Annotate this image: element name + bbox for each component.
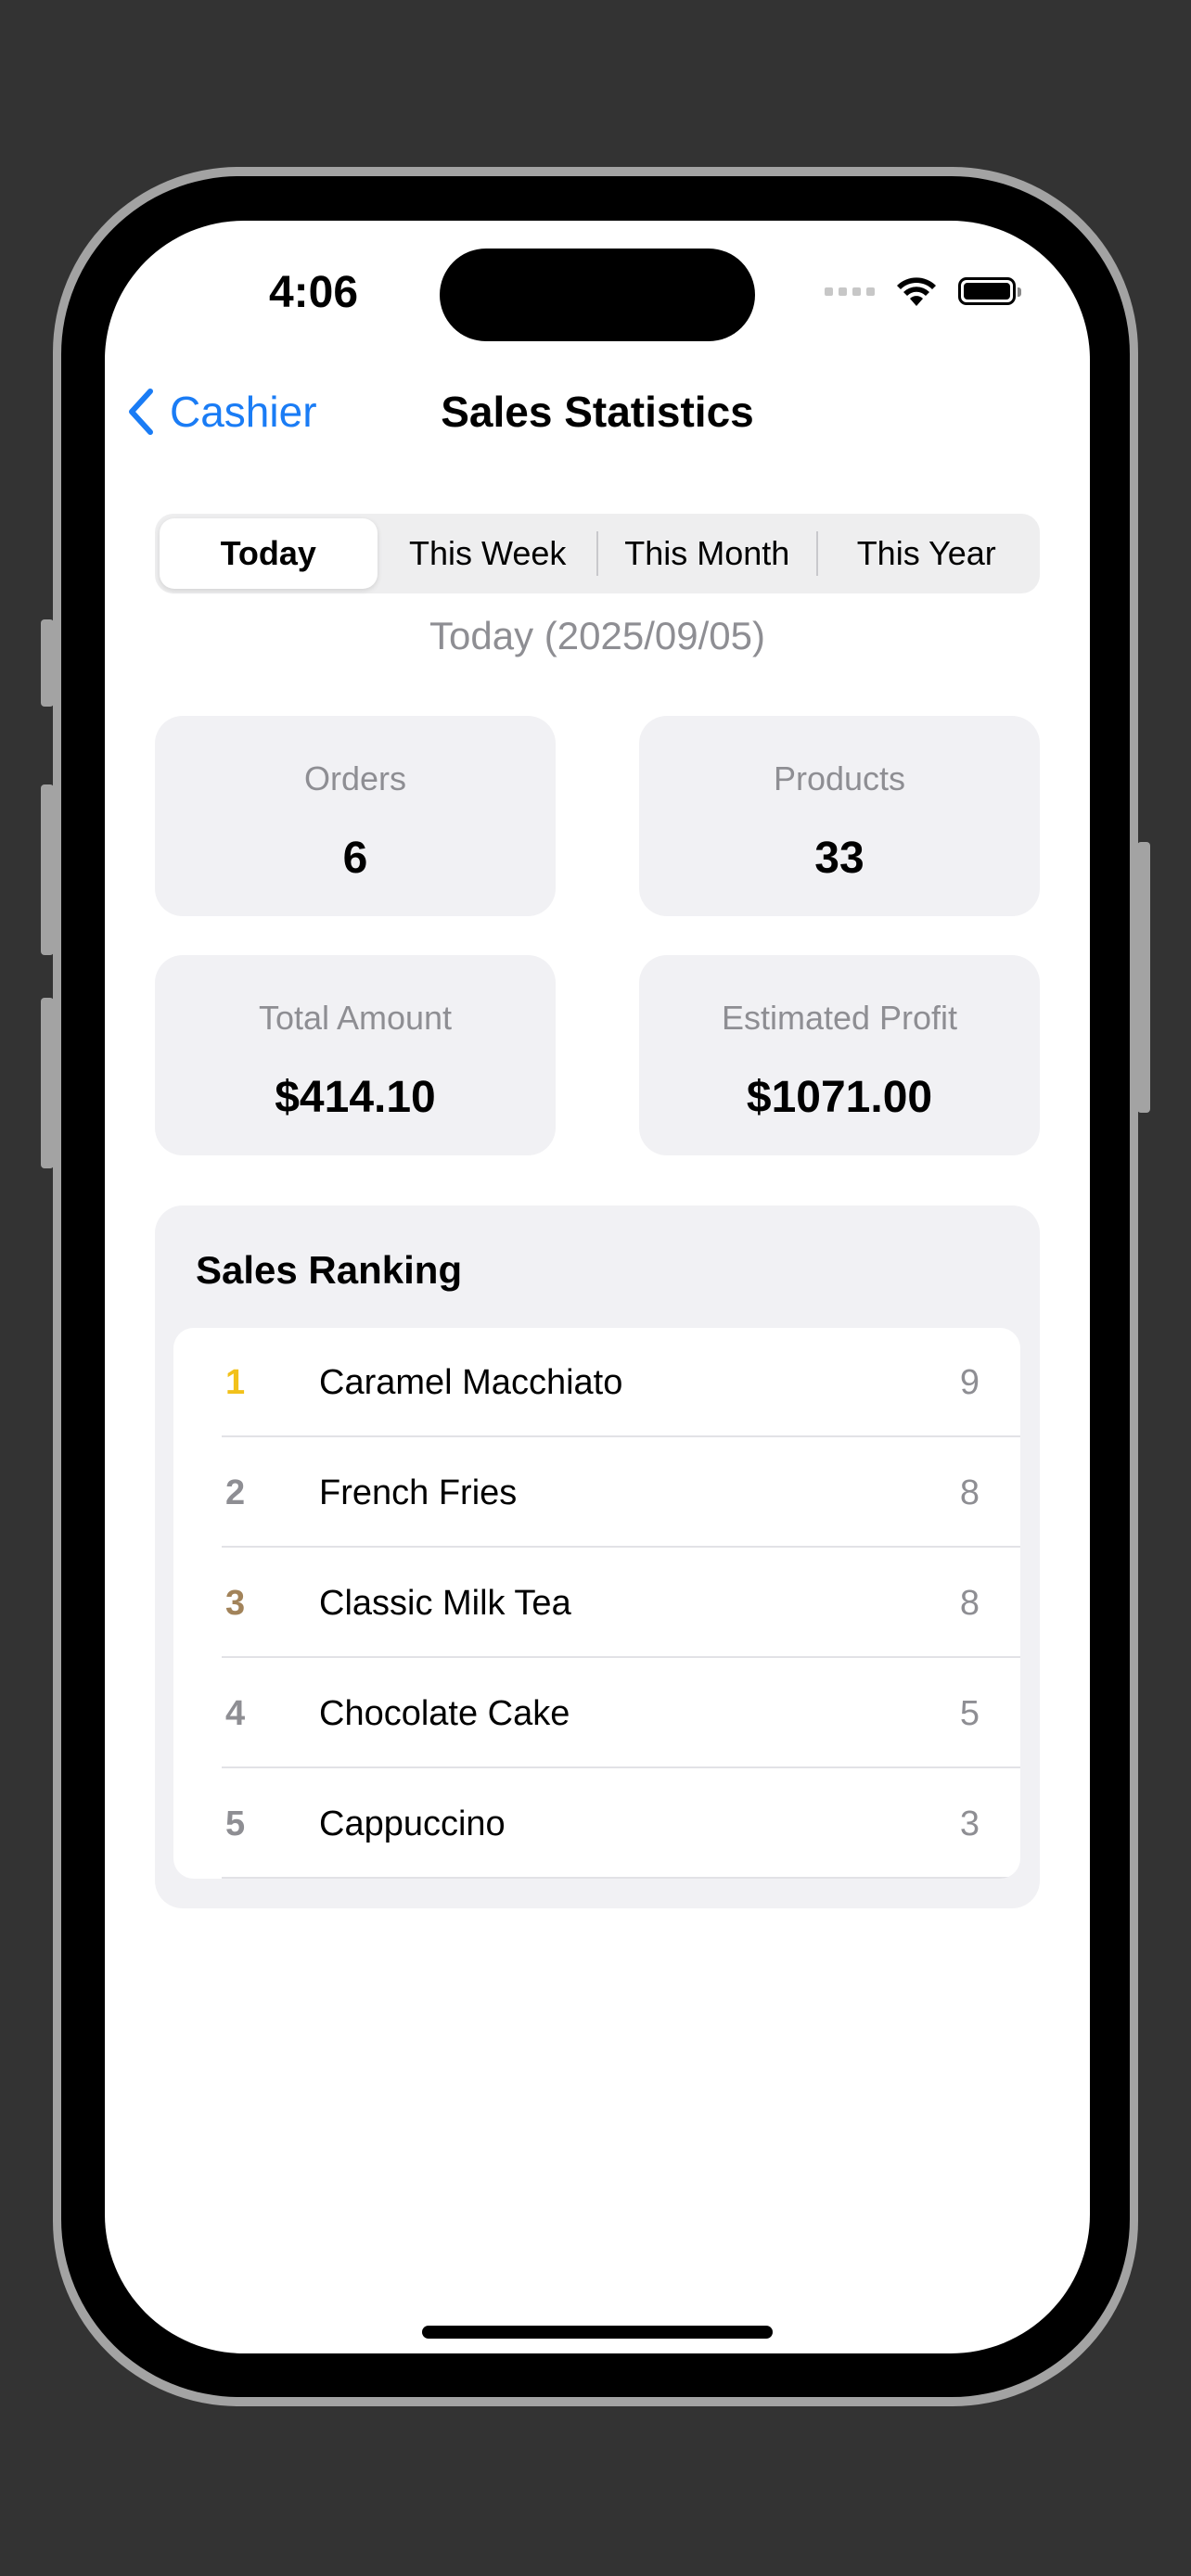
product-name: Cappuccino	[319, 1804, 506, 1843]
total-amount-label: Total Amount	[258, 999, 453, 1037]
sold-count: 8	[959, 1584, 980, 1623]
ranking-row[interactable]: 2 French Fries 8	[173, 1438, 1020, 1548]
estimated-profit-value: $1071.00	[746, 1073, 933, 1122]
row-divider	[222, 1435, 1020, 1437]
page-title: Sales Statistics	[441, 388, 754, 436]
products-value: 33	[814, 834, 864, 883]
cellular-signal-icon	[825, 287, 875, 296]
screen: 4:06 Cashier Sales Statistics Today This…	[105, 221, 1090, 2353]
product-name: French Fries	[319, 1473, 518, 1512]
dynamic-island	[440, 249, 755, 341]
product-name: Caramel Macchiato	[319, 1363, 623, 1402]
segment-this-week[interactable]: This Week	[379, 518, 597, 589]
sold-count: 9	[959, 1363, 980, 1402]
row-divider	[222, 1877, 1020, 1879]
volume-up-button	[41, 784, 54, 955]
product-name: Classic Milk Tea	[319, 1584, 571, 1623]
date-label: Today (2025/09/05)	[429, 614, 765, 657]
ranking-row[interactable]: 1 Caramel Macchiato 9	[173, 1328, 1020, 1437]
battery-icon	[958, 277, 1021, 305]
power-button	[1137, 842, 1150, 1113]
ranking-row[interactable]: 3 Classic Milk Tea 8	[173, 1549, 1020, 1658]
period-segmented-control: Today This Week This Month This Year	[155, 514, 1040, 593]
sales-ranking-list: 1 Caramel Macchiato 9 2 French Fries 8 3…	[173, 1328, 1020, 1879]
row-divider	[222, 1656, 1020, 1658]
wifi-icon	[897, 277, 936, 306]
rank-number: 2	[225, 1473, 246, 1512]
total-amount-card: Total Amount $414.10	[155, 955, 556, 1155]
products-label: Products	[773, 759, 906, 797]
row-divider	[222, 1546, 1020, 1548]
products-card: Products 33	[639, 716, 1040, 916]
ranking-row[interactable]: 4 Chocolate Cake 5	[173, 1659, 1020, 1768]
status-time: 4:06	[268, 268, 359, 317]
product-name: Chocolate Cake	[319, 1694, 570, 1733]
volume-down-button	[41, 998, 54, 1168]
orders-card: Orders 6	[155, 716, 556, 916]
rank-number: 3	[225, 1584, 246, 1623]
row-divider	[222, 1766, 1020, 1768]
sold-count: 5	[959, 1694, 980, 1733]
orders-label: Orders	[303, 759, 407, 797]
segment-today[interactable]: Today	[160, 518, 378, 589]
estimated-profit-card: Estimated Profit $1071.00	[639, 955, 1040, 1155]
sold-count: 3	[959, 1804, 980, 1843]
orders-value: 6	[342, 834, 368, 883]
sales-ranking-section: Sales Ranking 1 Caramel Macchiato 9 2 Fr…	[155, 1205, 1040, 1908]
rank-number: 1	[225, 1363, 246, 1402]
ranking-row[interactable]: 5 Cappuccino 3	[173, 1769, 1020, 1879]
total-amount-value: $414.10	[275, 1073, 436, 1122]
sold-count: 8	[959, 1473, 980, 1512]
segment-this-month[interactable]: This Month	[598, 518, 816, 589]
rank-number: 5	[225, 1804, 246, 1843]
action-button	[41, 619, 54, 707]
home-indicator	[422, 2326, 773, 2339]
rank-number: 4	[225, 1694, 246, 1733]
status-icons	[825, 273, 1021, 310]
sales-ranking-title: Sales Ranking	[196, 1248, 463, 1292]
segment-this-year[interactable]: This Year	[818, 518, 1036, 589]
estimated-profit-label: Estimated Profit	[721, 999, 958, 1037]
